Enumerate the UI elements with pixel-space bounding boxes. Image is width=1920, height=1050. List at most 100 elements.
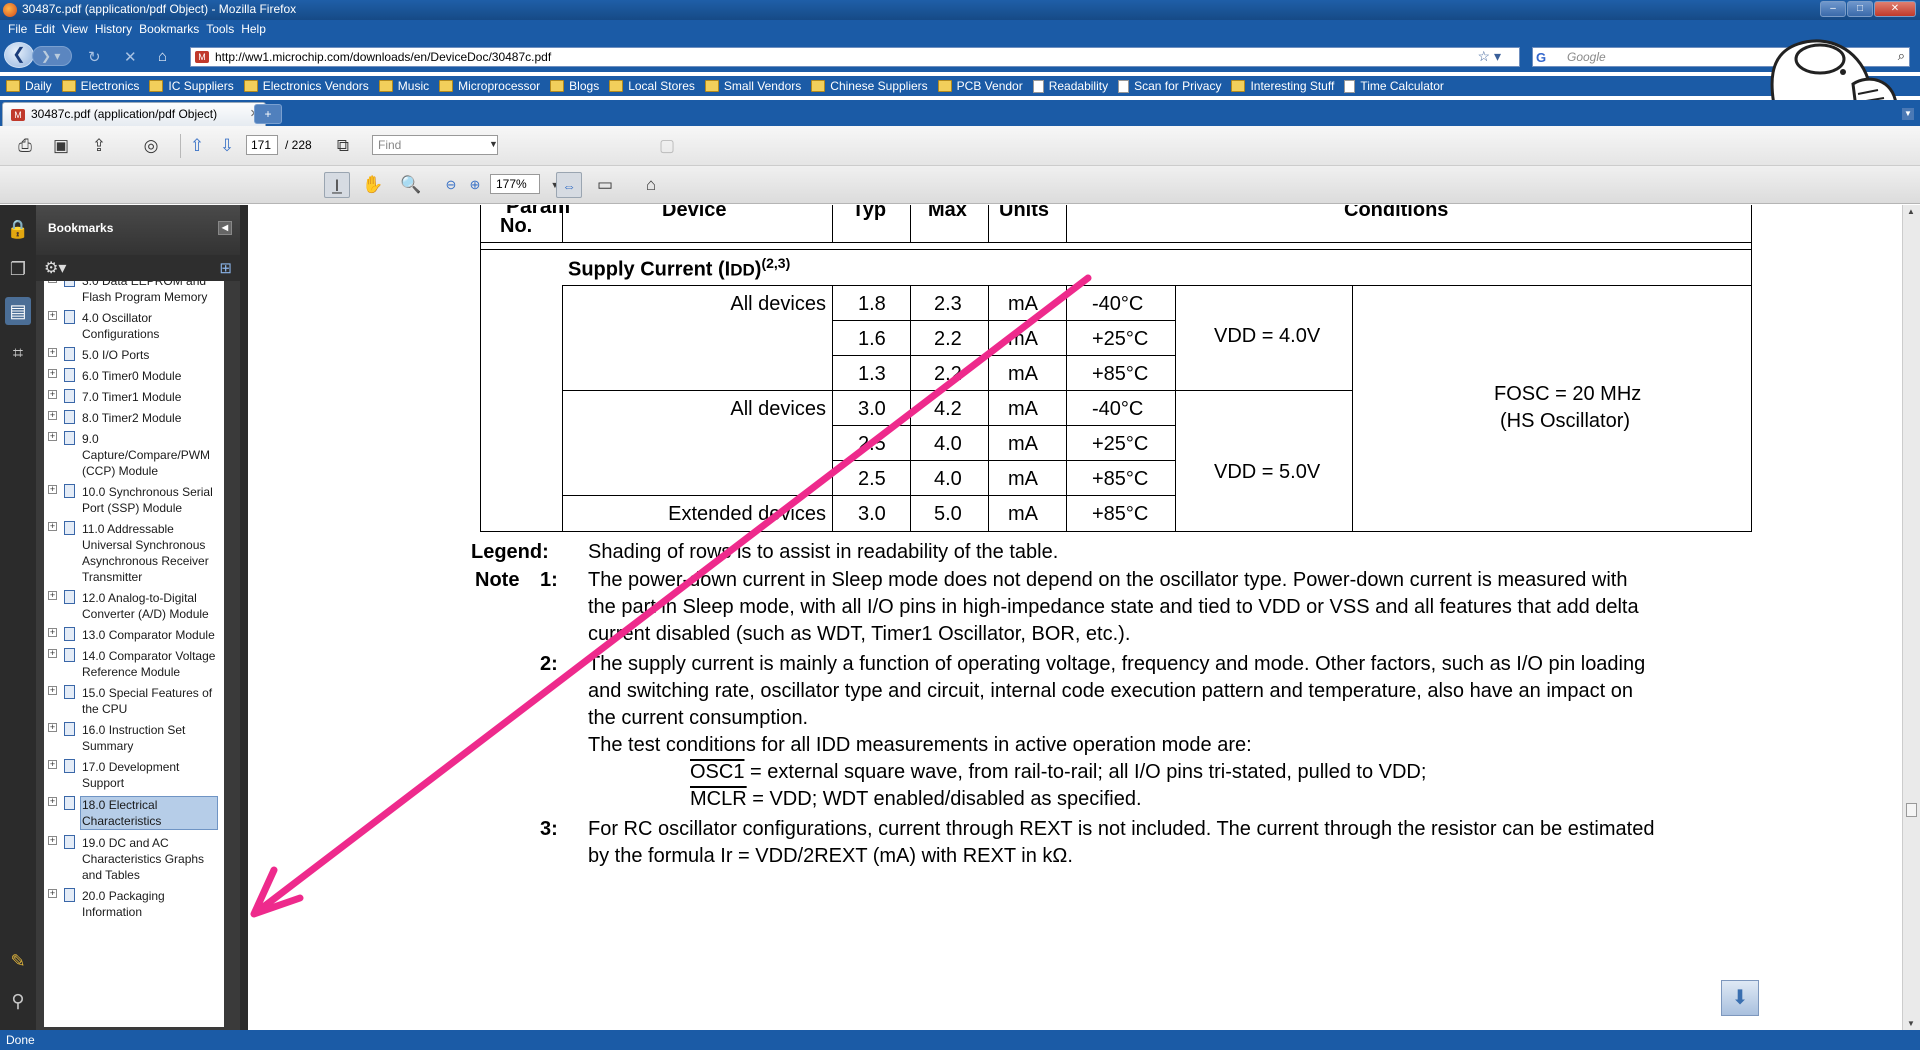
expand-icon[interactable]: + (48, 628, 57, 637)
bookmark-item[interactable]: +15.0 Special Features of the CPU (44, 683, 222, 720)
bookmark-item[interactable]: +19.0 DC and AC Characteristics Graphs a… (44, 833, 222, 886)
bookmark-item[interactable]: +13.0 Comparator Module (44, 625, 222, 646)
bookmark-13[interactable]: Interesting Stuff (1231, 76, 1344, 96)
search-binoculars-icon[interactable]: ⌗ (5, 339, 31, 367)
expand-icon[interactable]: + (48, 390, 57, 399)
bookmark-item[interactable]: +8.0 Timer2 Module (44, 408, 222, 429)
expand-icon[interactable]: + (48, 797, 57, 806)
fit-page-icon[interactable]: ▭ (592, 172, 618, 198)
expand-bookmark-icon[interactable]: ⊞ (219, 259, 232, 277)
bookmark-item[interactable]: +16.0 Instruction Set Summary (44, 720, 222, 757)
menu-edit[interactable]: Edit (32, 20, 60, 38)
expand-icon[interactable]: + (48, 348, 57, 357)
document-scroll-thumb[interactable] (1906, 803, 1917, 817)
bookmark-6[interactable]: Blogs (550, 76, 609, 96)
menu-tools[interactable]: Tools (204, 20, 239, 38)
close-button[interactable]: ✕ (1874, 1, 1916, 17)
forward-button[interactable]: ❯ ▾ (32, 46, 72, 66)
save-icon[interactable]: ▣ (48, 133, 74, 159)
minimize-button[interactable]: – (1820, 1, 1846, 17)
find-input[interactable]: Find (372, 135, 498, 155)
home-icon[interactable]: ⌂ (158, 48, 167, 65)
comments-icon[interactable]: ✎ (5, 947, 31, 975)
page-number-input[interactable]: 171 (246, 135, 278, 155)
expand-icon[interactable]: + (48, 311, 57, 320)
document-scrollbar[interactable]: ▲ ▼ (1902, 205, 1920, 1030)
bookmark-8[interactable]: Small Vendors (704, 76, 811, 96)
bookmark-item[interactable]: +10.0 Synchronous Serial Port (SSP) Modu… (44, 482, 222, 519)
bookmark-1[interactable]: Electronics (61, 76, 150, 96)
expand-icon[interactable]: + (48, 522, 57, 531)
bookmark-11[interactable]: Readability (1032, 76, 1118, 96)
bookmark-item[interactable]: +6.0 Timer0 Module (44, 366, 222, 387)
doc-scroll-down-icon[interactable]: ▼ (1907, 1019, 1915, 1028)
bookmark-item[interactable]: +11.0 Addressable Universal Synchronous … (44, 519, 222, 588)
expand-icon[interactable]: + (48, 723, 57, 732)
bookmark-12[interactable]: Scan for Privacy (1118, 76, 1231, 96)
search-icon[interactable]: ⌕ (1898, 48, 1905, 64)
page-layout-icon[interactable]: ⧉ (330, 133, 356, 159)
previous-page-icon[interactable]: ⇧ (184, 133, 210, 159)
zoom-level-input[interactable]: 177% (490, 174, 540, 194)
stop-icon[interactable]: ✕ (124, 48, 137, 66)
bookmark-4[interactable]: Music (378, 76, 439, 96)
expand-icon[interactable]: + (48, 686, 57, 695)
expand-icon[interactable]: + (48, 369, 57, 378)
bookmark-item[interactable]: +14.0 Comparator Voltage Reference Modul… (44, 646, 222, 683)
google-logo-icon[interactable]: G (1536, 50, 1546, 65)
find-dropdown-icon[interactable]: ▼ (489, 139, 498, 149)
tab-pdf-document[interactable]: M 30487c.pdf (application/pdf Object) ✕ (2, 102, 266, 126)
bookmark-item[interactable]: +4.0 Oscillator Configurations (44, 308, 222, 345)
lock-icon[interactable]: 🔒 (5, 215, 31, 243)
expand-icon[interactable]: + (48, 836, 57, 845)
new-tab-button[interactable]: + (254, 104, 282, 124)
bookmark-item[interactable]: +12.0 Analog-to-Digital Converter (A/D) … (44, 588, 222, 625)
bookmark-3[interactable]: Electronics Vendors (243, 76, 379, 96)
bookmark-9[interactable]: Chinese Suppliers (811, 76, 937, 96)
expand-icon[interactable]: + (48, 281, 57, 283)
expand-icon[interactable]: + (48, 760, 57, 769)
menu-file[interactable]: File (6, 20, 32, 38)
bookmark-item[interactable]: +5.0 I/O Ports (44, 345, 222, 366)
bookmark-item[interactable]: +7.0 Timer1 Module (44, 387, 222, 408)
zoom-out-icon[interactable]: ⊖ (438, 172, 464, 198)
bookmark-item[interactable]: +3.0 Data EEPROM and Flash Program Memor… (44, 281, 222, 308)
print-icon[interactable]: ⎙ (12, 133, 38, 159)
menu-help[interactable]: Help (239, 20, 271, 38)
comment-icon[interactable]: ▢ (654, 133, 680, 159)
share-icon[interactable]: ⇪ (86, 133, 112, 159)
expand-icon[interactable]: + (48, 432, 57, 441)
next-page-float-button[interactable]: ⬇ (1721, 980, 1759, 1016)
snapshot-icon[interactable]: ⌂ (638, 172, 664, 198)
bookmark-item[interactable]: +18.0 Electrical Characteristics (44, 794, 222, 833)
menu-bookmarks[interactable]: Bookmarks (137, 20, 204, 38)
collapse-panel-icon[interactable]: ◀ (218, 221, 232, 235)
attachments-icon[interactable]: ⚲ (5, 987, 31, 1015)
pages-icon[interactable]: ❐ (5, 255, 31, 283)
fit-width-icon[interactable]: ⇔ (556, 172, 582, 198)
expand-icon[interactable]: + (48, 649, 57, 658)
next-page-icon[interactable]: ⇩ (214, 133, 240, 159)
menu-history[interactable]: History (93, 20, 137, 38)
url-bar[interactable]: M http://ww1.microchip.com/downloads/en/… (190, 47, 1520, 67)
bookmark-star-icon[interactable]: ☆ ▾ (1478, 48, 1501, 65)
bookmark-2[interactable]: IC Suppliers (149, 76, 243, 96)
maximize-button[interactable]: □ (1847, 1, 1873, 17)
list-all-tabs-icon[interactable]: ▼ (1902, 108, 1914, 120)
expand-icon[interactable]: + (48, 411, 57, 420)
bookmark-item[interactable]: +9.0 Capture/Compare/PWM (CCP) Module (44, 429, 222, 482)
bookmark-item[interactable]: +17.0 Development Support (44, 757, 222, 794)
gear-icon[interactable]: ⚙▾ (44, 258, 66, 278)
menu-view[interactable]: View (60, 20, 93, 38)
bookmark-5[interactable]: Microprocessor (439, 76, 550, 96)
bookmark-item[interactable]: +20.0 Packaging Information (44, 886, 222, 923)
expand-icon[interactable]: + (48, 591, 57, 600)
expand-icon[interactable]: + (48, 485, 57, 494)
hand-tool-icon[interactable]: ✋ (360, 172, 386, 198)
bookmarks-panel-icon[interactable]: ▤ (5, 297, 31, 325)
reload-icon[interactable]: ↻ (88, 48, 101, 66)
expand-icon[interactable]: + (48, 889, 57, 898)
collaborate-icon[interactable]: ◎ (138, 133, 164, 159)
zoom-in-icon[interactable]: ⊕ (462, 172, 488, 198)
doc-scroll-up-icon[interactable]: ▲ (1907, 207, 1915, 216)
